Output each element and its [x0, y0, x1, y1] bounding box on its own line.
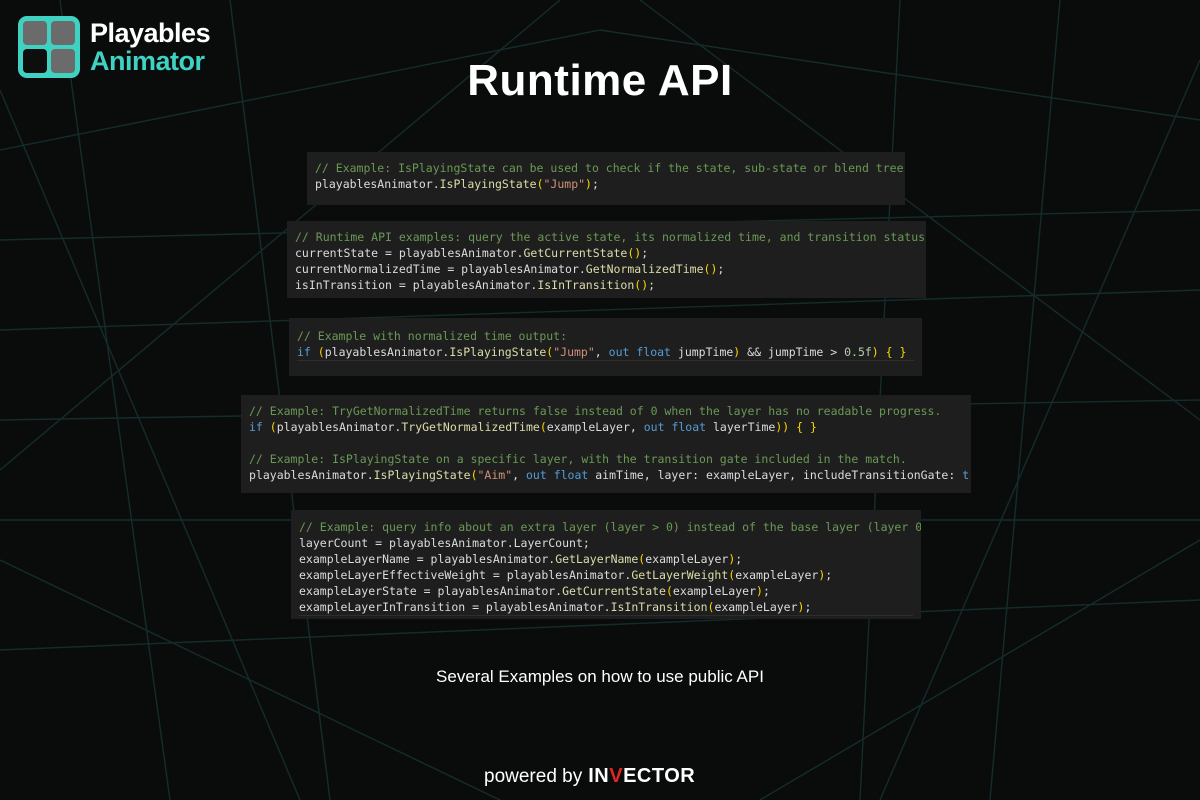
code-line: currentNormalizedTime = playablesAnimato… [295, 262, 725, 276]
code-line: // Example: IsPlayingState on a specific… [249, 452, 907, 466]
code-line: // Runtime API examples: query the activ… [295, 230, 926, 244]
code-panel-is-playing-state: // Example: IsPlayingState can be used t… [307, 152, 905, 205]
code-line: playablesAnimator.IsPlayingState("Aim", … [249, 468, 971, 482]
code-line: currentState = playablesAnimator.GetCurr… [295, 246, 649, 260]
code-line: exampleLayerName = playablesAnimator.Get… [299, 552, 743, 566]
code-line: // Example: query info about an extra la… [299, 520, 921, 534]
code-line: exampleLayerState = playablesAnimator.Ge… [299, 584, 770, 598]
code-line: playablesAnimator.IsPlayingState("Jump")… [315, 177, 599, 191]
powered-by-label: powered by [484, 766, 583, 787]
code-panel-normalized-time: // Example with normalized time output: … [289, 318, 922, 376]
code-line: isInTransition = playablesAnimator.IsInT… [295, 278, 656, 292]
code-line: exampleLayerEffectiveWeight = playablesA… [299, 568, 833, 582]
page-subtitle: Several Examples on how to use public AP… [436, 667, 764, 686]
code-line: exampleLayerInTransition = playablesAnim… [299, 599, 913, 616]
code-panel-extra-layer: // Example: query info about an extra la… [291, 510, 921, 619]
page-title: Runtime API [467, 56, 733, 105]
code-panel-layer-examples: // Example: TryGetNormalizedTime returns… [241, 395, 971, 493]
code-line: // Example with normalized time output: [297, 329, 568, 343]
code-panel-runtime-examples: // Runtime API examples: query the activ… [287, 221, 926, 298]
code-line: if (playablesAnimator.TryGetNormalizedTi… [249, 420, 817, 434]
code-line: if (playablesAnimator.IsPlayingState("Ju… [297, 344, 914, 361]
brand-name-line1: Playables [90, 17, 211, 48]
code-line: // Example: TryGetNormalizedTime returns… [249, 404, 942, 418]
powered-by-footer: powered by INVECTOR [484, 765, 695, 788]
code-line: layerCount = playablesAnimator.LayerCoun… [299, 536, 590, 550]
invector-logo: INVECTOR [588, 765, 696, 787]
code-line: // Example: IsPlayingState can be used t… [315, 161, 905, 175]
